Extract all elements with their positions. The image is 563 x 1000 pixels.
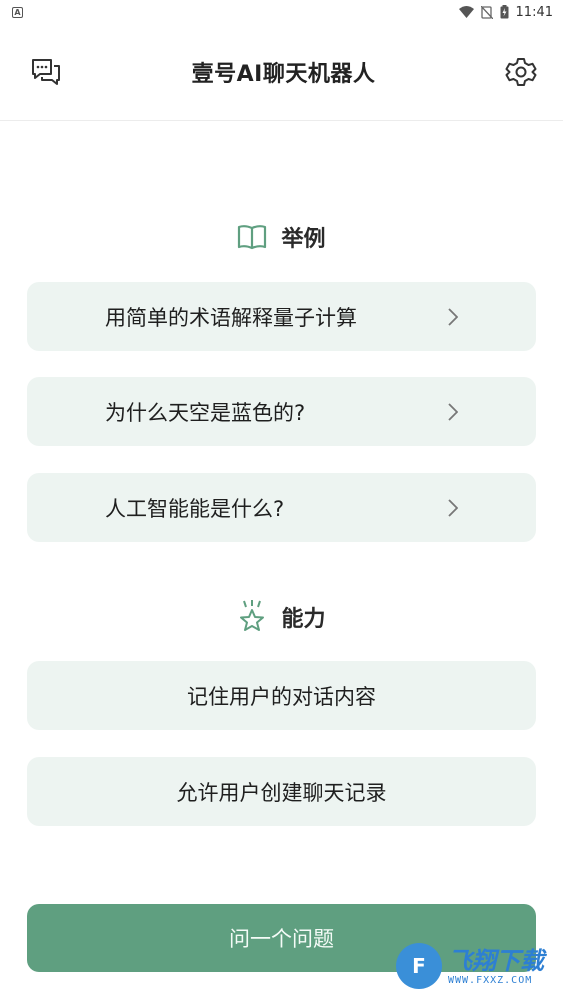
examples-section-header: 举例 — [0, 221, 563, 253]
gear-icon — [505, 58, 537, 86]
app-header: 壹号AI聊天机器人 — [0, 24, 563, 121]
watermark-url: WWW.FXXZ.COM — [448, 974, 533, 986]
star-badge-icon — [240, 600, 265, 631]
wifi-icon — [458, 6, 474, 18]
notification-a-icon: A — [12, 6, 23, 18]
chat-history-button[interactable] — [28, 54, 64, 90]
example-item-label: 人工智能能是什么? — [105, 496, 285, 521]
chevron-right-icon — [448, 307, 458, 326]
watermark-logo: F — [396, 943, 442, 989]
example-item-label: 为什么天空是蓝色的? — [105, 400, 306, 425]
open-book-icon — [238, 225, 267, 250]
app-title: 壹号AI聊天机器人 — [191, 62, 376, 87]
watermark-text: 飞翔下载 — [448, 946, 544, 975]
ask-question-label: 问一个问题 — [229, 927, 334, 951]
chevron-right-icon — [448, 402, 458, 421]
capability-item: 允许用户创建聊天记录 — [27, 757, 536, 826]
capabilities-title: 能力 — [281, 607, 326, 632]
chevron-right-icon — [448, 498, 458, 517]
example-item-label: 用简单的术语解释量子计算 — [105, 305, 357, 330]
status-left: A — [12, 6, 23, 18]
settings-button[interactable] — [503, 54, 539, 90]
status-bar: A 11:41 — [0, 0, 563, 24]
status-time: 11:41 — [515, 4, 553, 20]
capability-item-label: 允许用户创建聊天记录 — [176, 780, 387, 805]
capability-item: 记住用户的对话内容 — [27, 661, 536, 730]
no-sim-icon — [480, 5, 493, 19]
watermark-text-group: 飞翔下载 WWW.FXXZ.COM — [448, 947, 544, 986]
watermark: F 飞翔下载 WWW.FXXZ.COM — [396, 940, 556, 992]
chat-bubbles-icon — [32, 59, 60, 85]
example-item[interactable]: 人工智能能是什么? — [27, 473, 536, 542]
example-item[interactable]: 为什么天空是蓝色的? — [27, 377, 536, 446]
examples-title: 举例 — [281, 227, 326, 252]
battery-charging-icon — [500, 5, 509, 19]
capability-item-label: 记住用户的对话内容 — [187, 684, 376, 709]
example-item[interactable]: 用简单的术语解释量子计算 — [27, 282, 536, 351]
status-right: 11:41 — [458, 4, 553, 20]
capabilities-section-header: 能力 — [0, 600, 563, 634]
